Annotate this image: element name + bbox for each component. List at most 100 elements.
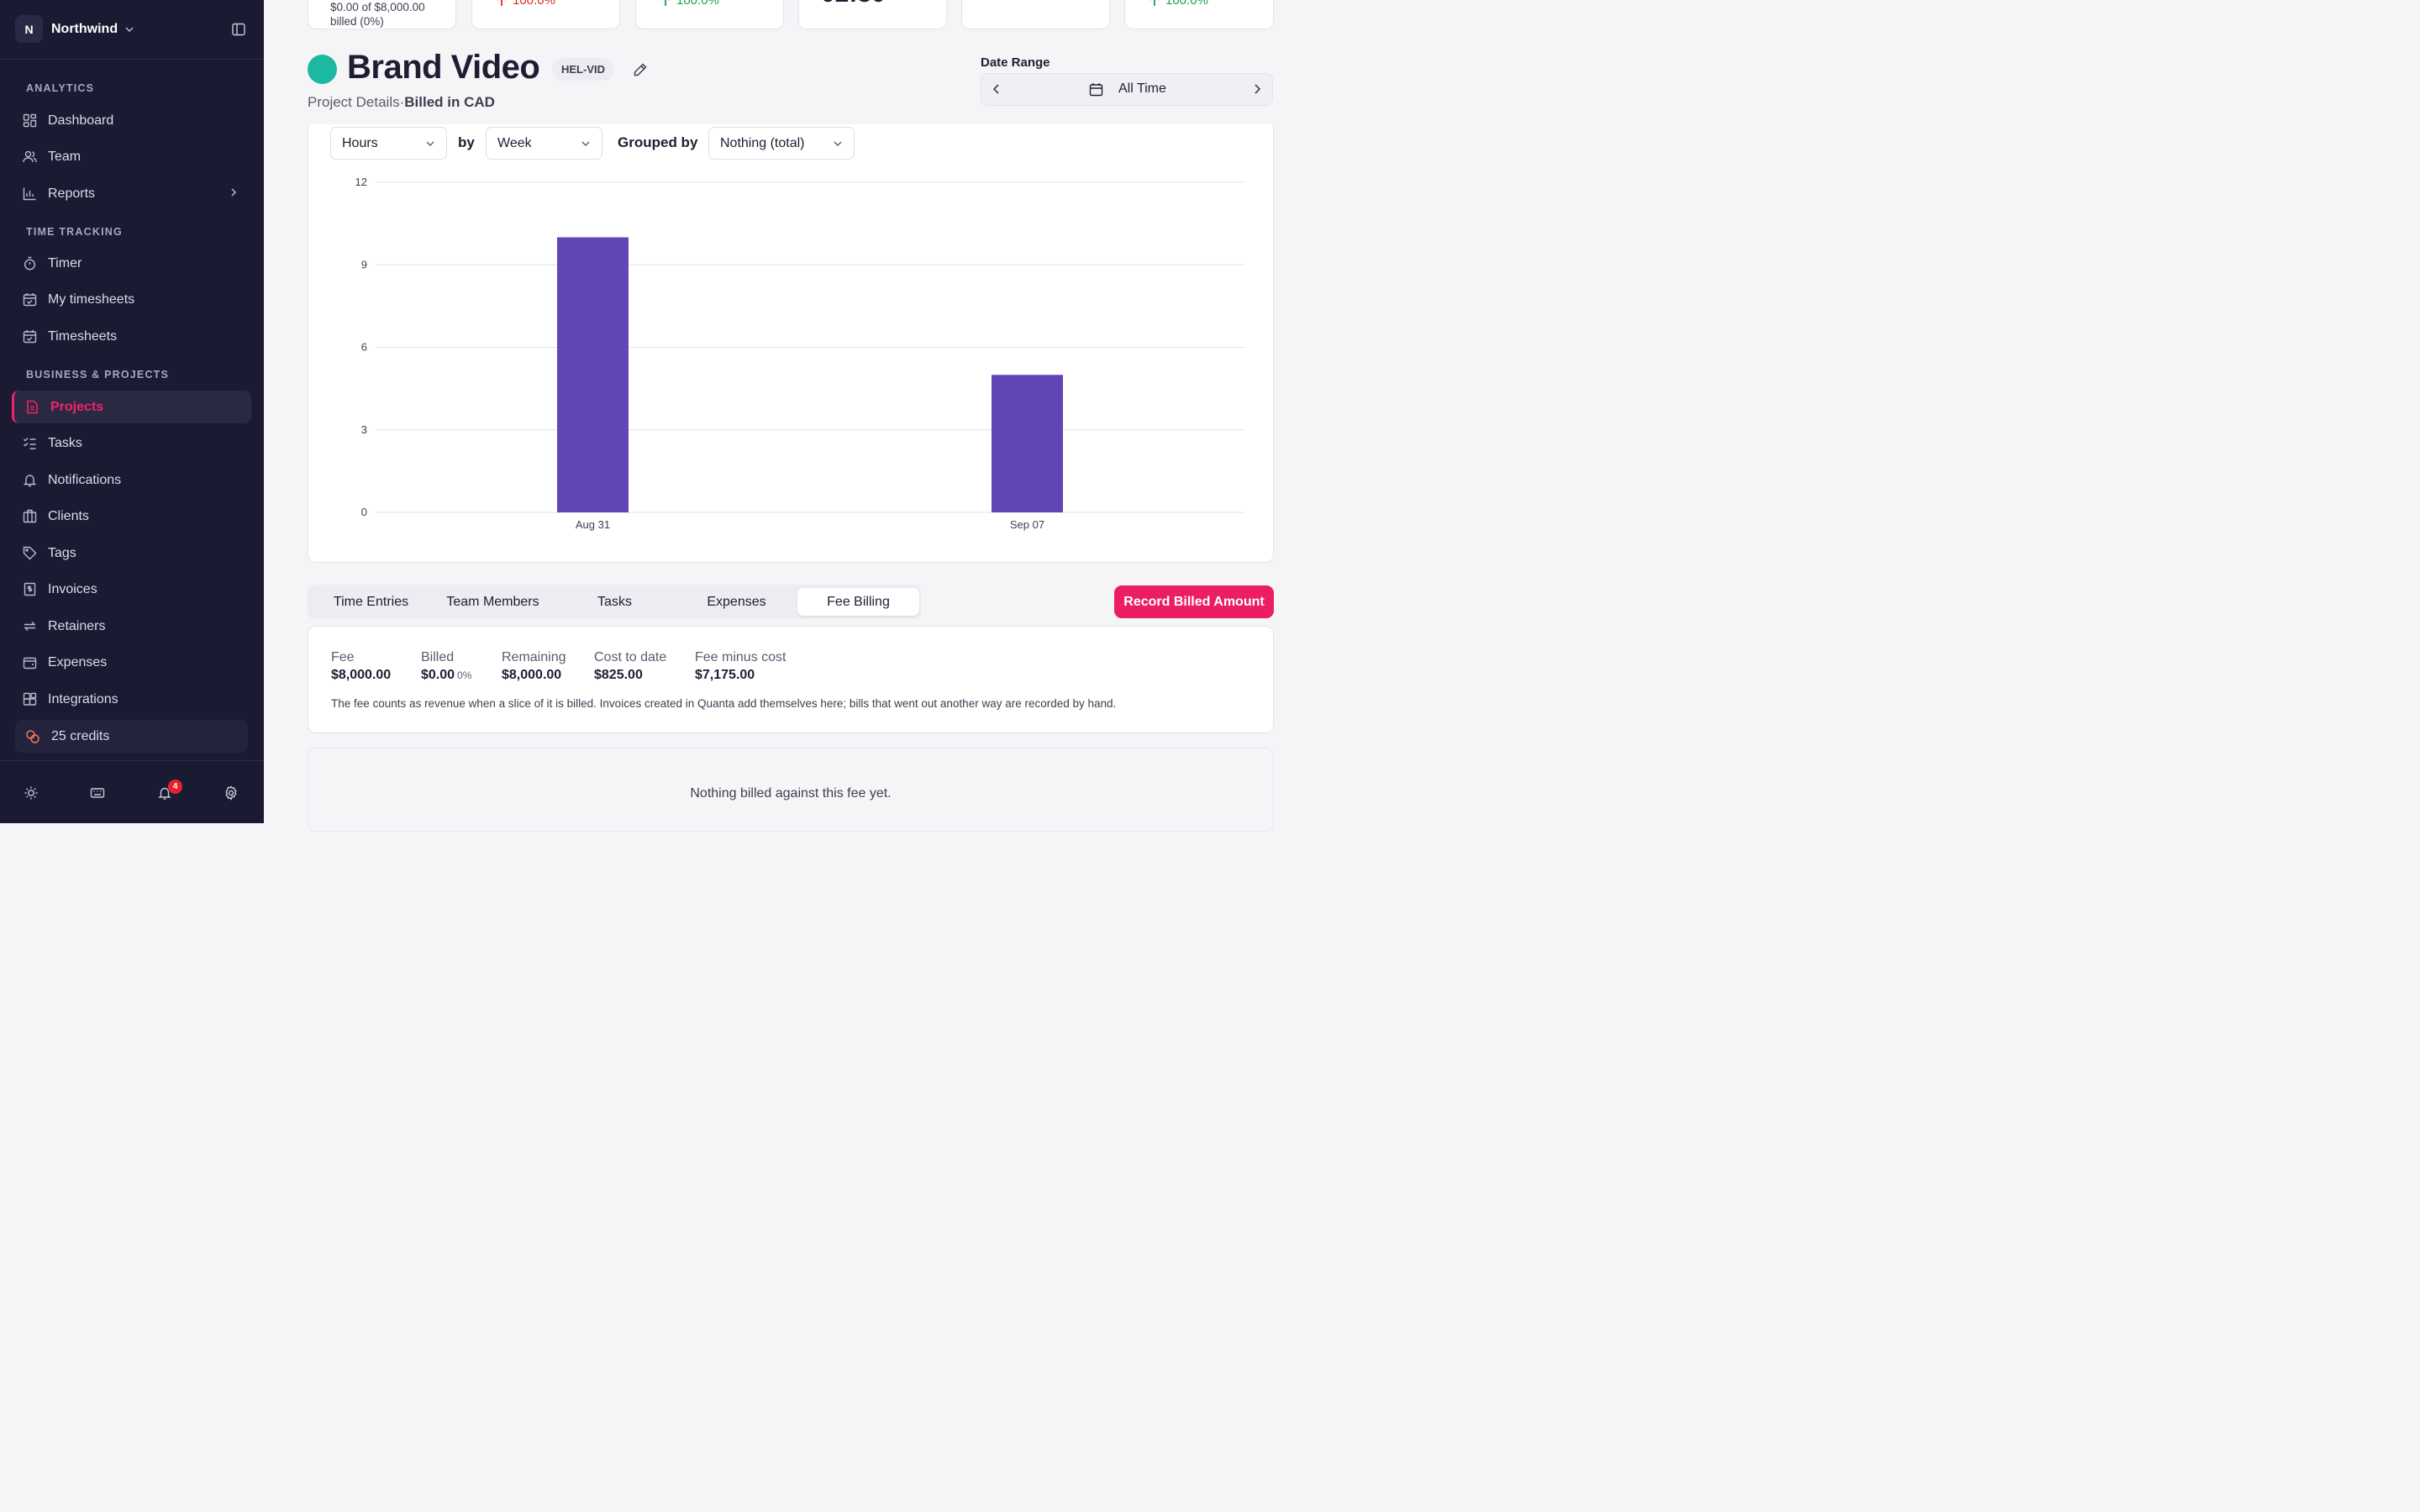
project-subtitle: Project Details·Billed in CAD — [308, 94, 495, 111]
stat-change-positive: 100.0% — [660, 0, 719, 8]
pencil-icon — [634, 63, 647, 76]
date-range-picker: All Time — [981, 73, 1273, 106]
y-tick-label: 0 — [361, 506, 367, 518]
calendar-check-icon — [22, 292, 37, 307]
sidebar-item-label: Projects — [50, 399, 104, 414]
tab-team-members[interactable]: Team Members — [432, 588, 554, 616]
sidebar-toggle-icon[interactable] — [230, 21, 247, 38]
chevron-down-icon — [124, 24, 134, 34]
chevron-right-icon[interactable] — [1252, 83, 1262, 95]
sidebar-item-expenses[interactable]: Expenses — [12, 646, 251, 679]
billed-list-empty-state: Nothing billed against this fee yet. — [308, 748, 1274, 832]
stat-card-5 — [961, 0, 1110, 29]
metric-fee: Fee $8,000.00 — [331, 650, 391, 683]
tab-time-entries[interactable]: Time Entries — [310, 588, 432, 616]
tab-tasks[interactable]: Tasks — [554, 588, 676, 616]
stat-change-value: 100.0% — [513, 0, 555, 8]
project-code-badge: HEL-VID — [552, 58, 614, 81]
date-range-value[interactable]: All Time — [1089, 81, 1166, 97]
workspace-switcher[interactable]: N Northwind — [15, 14, 134, 44]
tab-expenses[interactable]: Expenses — [676, 588, 797, 616]
workspace-avatar: N — [15, 15, 43, 43]
puzzle-icon — [22, 692, 37, 707]
sidebar-item-my-timesheets[interactable]: My timesheets — [12, 283, 251, 316]
arrow-up-icon — [497, 0, 506, 6]
stat-billed-line-1: $0.00 of $8,000.00 — [330, 1, 425, 13]
billing-currency: Billed in CAD — [404, 94, 495, 110]
sidebar-item-label: Retainers — [48, 618, 106, 633]
workspace-name: Northwind — [51, 21, 118, 36]
sidebar-item-label: Reports — [48, 186, 96, 201]
keyboard-icon[interactable] — [89, 785, 106, 801]
calendar-icon — [1089, 82, 1103, 96]
sidebar-item-reports[interactable]: Reports — [12, 177, 251, 210]
record-billed-amount-button[interactable]: Record Billed Amount — [1114, 585, 1274, 618]
sidebar-item-label: Expenses — [48, 654, 108, 669]
notification-badge: 4 — [168, 780, 182, 794]
metric-remaining: Remaining $8,000.00 — [502, 650, 566, 683]
sidebar-item-dashboard[interactable]: Dashboard — [12, 104, 251, 137]
stat-change-negative: 100.0% — [496, 0, 555, 8]
repeat-icon — [22, 619, 37, 634]
sidebar-item-clients[interactable]: Clients — [12, 500, 251, 533]
credits-indicator[interactable]: 25 credits — [15, 720, 248, 753]
project-tabs: Time Entries Team Members Tasks Expenses… — [308, 585, 921, 619]
metric-billed: Billed $0.00 0% — [421, 650, 471, 683]
section-business-projects: BUSINESS & PROJECTS — [26, 369, 170, 381]
y-tick-label: 9 — [361, 258, 367, 270]
sidebar-item-label: Integrations — [48, 691, 118, 706]
date-range-text: All Time — [1118, 81, 1166, 96]
stat-card-6: 100.0% — [1124, 0, 1274, 29]
sidebar-item-team[interactable]: Team — [12, 140, 251, 173]
metric-label: Remaining — [502, 650, 566, 664]
sidebar-item-notifications[interactable]: Notifications — [12, 464, 251, 496]
sidebar-item-label: Tags — [48, 545, 76, 560]
y-tick-label: 6 — [361, 341, 367, 354]
stat-timer-value: 02:30 — [821, 0, 886, 8]
arrow-up-icon — [661, 0, 670, 6]
sidebar-item-projects[interactable]: Projects — [12, 391, 251, 423]
main-content: $0.00 of $8,000.00 billed (0%) 100.0% 10… — [264, 0, 1318, 832]
empty-state-text: Nothing billed against this fee yet. — [690, 786, 892, 801]
sidebar-item-label: Timesheets — [48, 328, 118, 344]
fee-explanation: The fee counts as revenue when a slice o… — [331, 697, 1117, 710]
chart-bar[interactable] — [992, 375, 1063, 512]
edit-project-button[interactable] — [631, 60, 650, 79]
sidebar-item-retainers[interactable]: Retainers — [12, 610, 251, 643]
tab-fee-billing[interactable]: Fee Billing — [797, 588, 919, 616]
y-tick-label: 12 — [355, 176, 367, 188]
stat-card-billed: $0.00 of $8,000.00 billed (0%) — [308, 0, 456, 29]
metric-value: $7,175.00 — [695, 668, 755, 682]
tag-icon — [22, 546, 37, 561]
stat-card-3: 100.0% — [635, 0, 784, 29]
sidebar-item-tasks[interactable]: Tasks — [12, 427, 251, 459]
fee-summary-card: Fee $8,000.00 Billed $0.00 0% Remaining $… — [308, 626, 1274, 733]
building-icon — [22, 509, 37, 524]
sidebar-item-tags[interactable]: Tags — [12, 537, 251, 570]
project-subtitle-label: Project Details — [308, 94, 400, 110]
project-color-dot — [308, 55, 337, 84]
arrow-up-icon — [1150, 0, 1159, 6]
stat-change-positive: 100.0% — [1149, 0, 1208, 8]
metric-cost: Cost to date $825.00 — [594, 650, 666, 683]
theme-toggle-icon[interactable] — [23, 785, 39, 801]
chevron-left-icon[interactable] — [992, 83, 1002, 95]
metric-label: Fee — [331, 650, 355, 664]
sidebar-item-timesheets[interactable]: Timesheets — [12, 320, 251, 353]
metric-label: Billed — [421, 650, 455, 664]
users-icon — [22, 150, 37, 165]
chart-card: Hours by Week Grouped by Nothing (total)… — [308, 124, 1274, 563]
gear-icon[interactable] — [223, 785, 239, 801]
sidebar-item-label: Invoices — [48, 581, 97, 596]
billed-value: $0.00 — [421, 668, 455, 682]
bell-icon — [22, 473, 37, 488]
sidebar-item-integrations[interactable]: Integrations — [12, 683, 251, 716]
sidebar-item-invoices[interactable]: Invoices — [12, 573, 251, 606]
sidebar-item-timer[interactable]: Timer — [12, 247, 251, 280]
metric-value: $0.00 0% — [421, 668, 471, 683]
chart-bar[interactable] — [557, 237, 629, 513]
bar-chart-icon — [22, 186, 37, 202]
metric-value: $8,000.00 — [331, 668, 392, 682]
billed-percent: 0% — [457, 669, 472, 681]
stat-billed-line-2: billed (0%) — [330, 15, 384, 28]
